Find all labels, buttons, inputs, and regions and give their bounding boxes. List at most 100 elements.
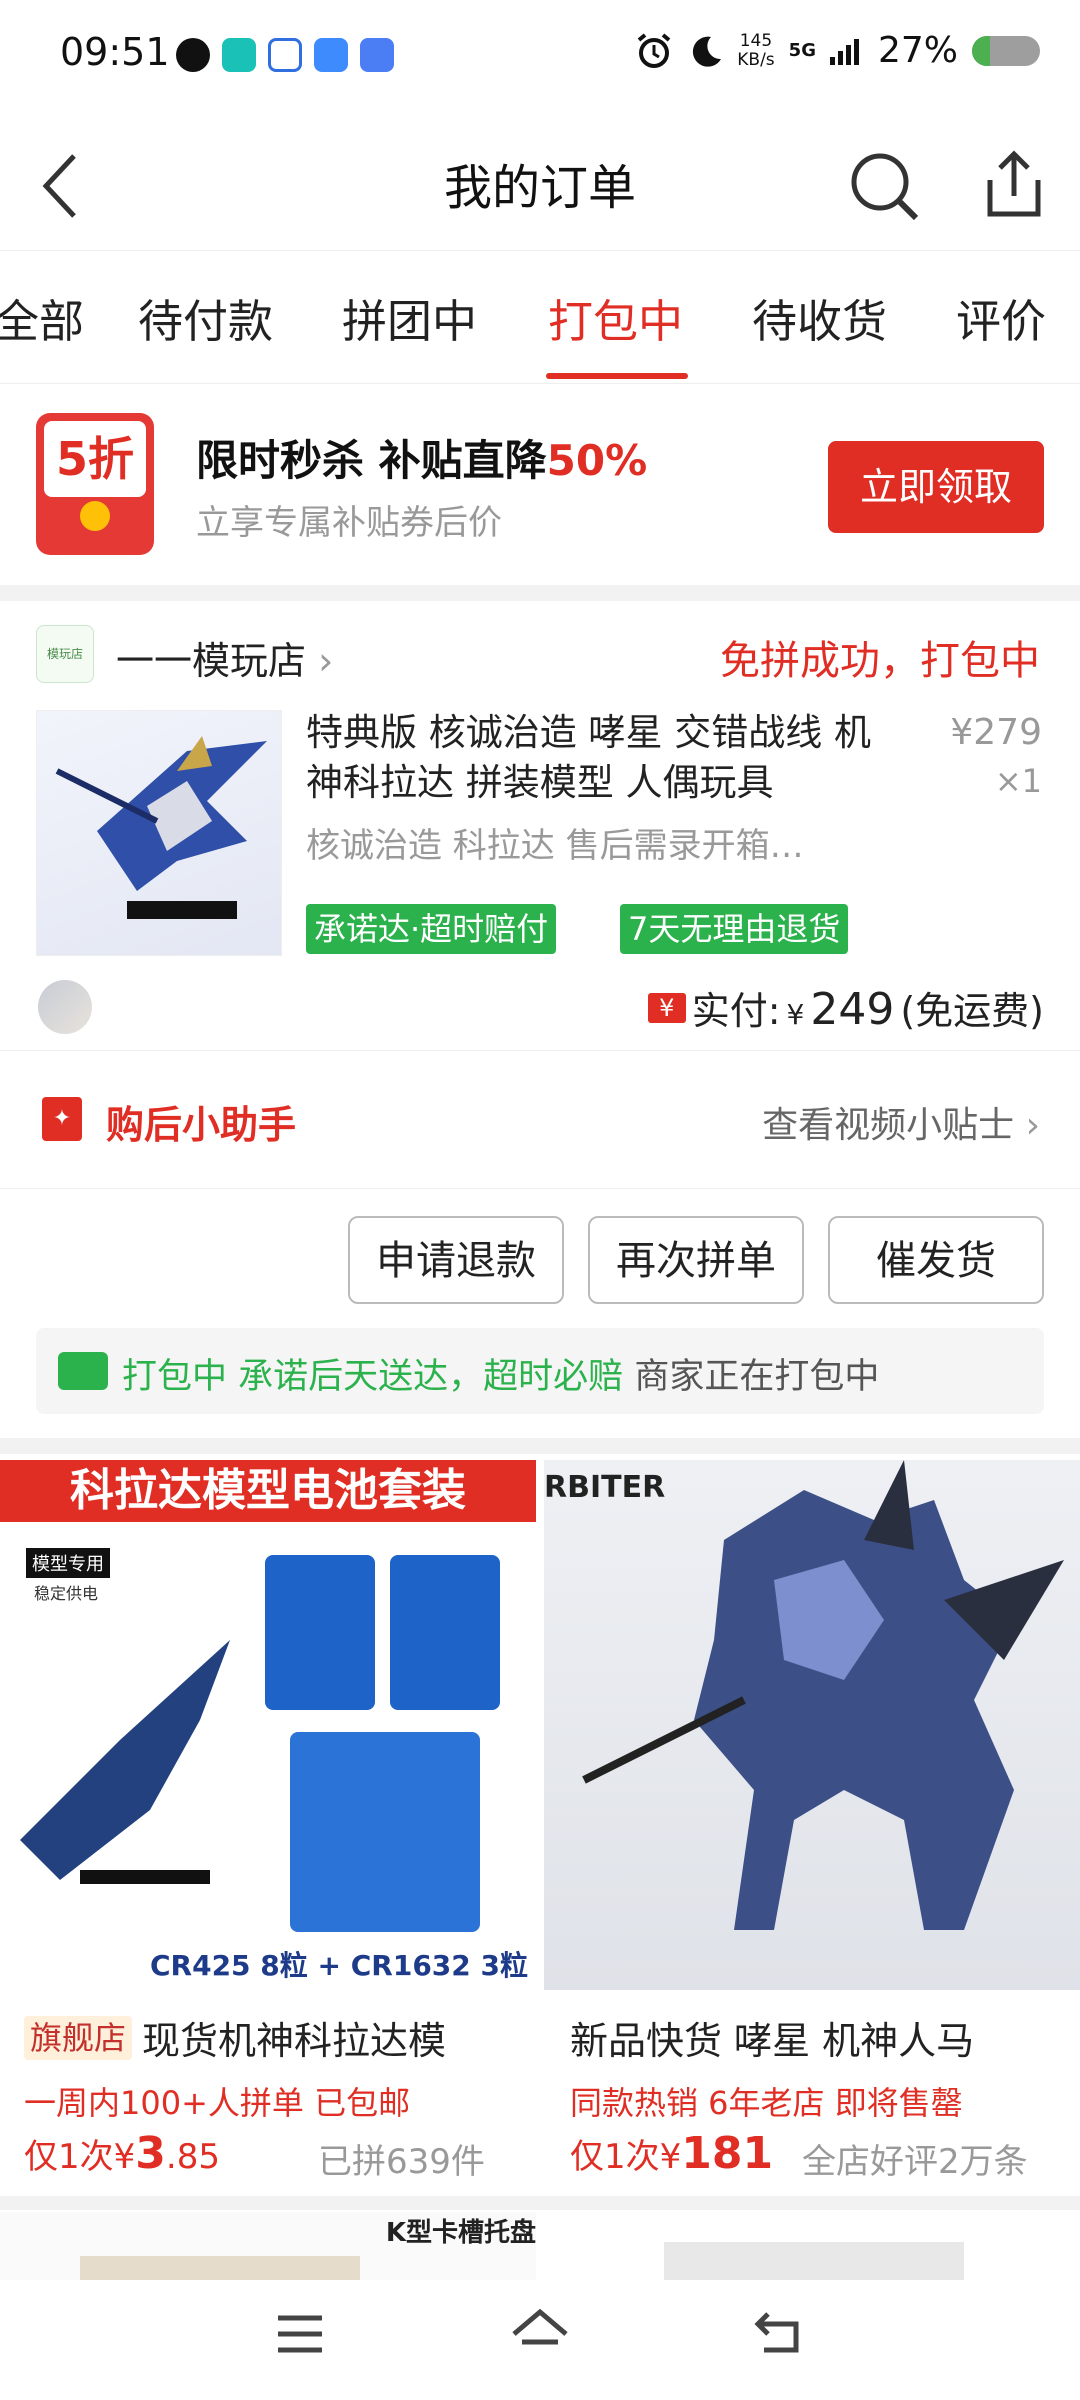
alarm-icon: [637, 32, 671, 68]
active-tab-indicator: [546, 373, 688, 379]
product-title[interactable]: 特典版 核诚治造 哮星 交错战线 机神科拉达 拼装模型 人偶玩具: [306, 708, 906, 808]
urge-shipping-button[interactable]: 催发货: [828, 1216, 1044, 1304]
battery-icon: [972, 35, 1040, 66]
promo-subtitle: 立享专属补贴券后价: [196, 503, 502, 543]
tab-all[interactable]: 全部: [0, 285, 84, 350]
qq-icon: [176, 38, 210, 72]
rec-image-tray[interactable]: K型卡槽托盘: [0, 2212, 536, 2282]
status-bar: 09:51 145 KB/s 5G 27%: [0, 0, 1080, 110]
paid-currency: ¥: [786, 998, 805, 1031]
flagship-badge: 旗舰店: [24, 2016, 133, 2060]
robot-figure-image: [55, 736, 267, 919]
shop-name[interactable]: 一一模玩店 ›: [116, 630, 333, 685]
yen-icon: ¥: [647, 992, 686, 1023]
moon-icon: [693, 36, 722, 67]
video-tips-text: 查看视频小贴士: [762, 1105, 1015, 1146]
rec-subtitle-2: 同款热销 6年老店 即将售罄: [570, 2084, 963, 2122]
tab-group-buying[interactable]: 拼团中: [342, 285, 477, 350]
rec-price-int-2: 181: [681, 2128, 774, 2179]
status-right: 145 KB/s 5G 27%: [635, 30, 1040, 71]
helper-title: 购后小助手: [106, 1103, 297, 1147]
tray-image: [80, 2256, 360, 2282]
product-quantity: ×1: [994, 762, 1042, 800]
back-icon[interactable]: [754, 2310, 804, 2356]
files-icon: [314, 38, 348, 72]
rec-banner-2: RBITER: [544, 1470, 666, 1505]
rec-image-label-1: 模型专用: [26, 1548, 110, 1578]
rec-price-prefix-1: 仅1次: [24, 2137, 114, 2177]
battery-pack-image: [265, 1555, 375, 1710]
refund-button[interactable]: 申请退款: [348, 1216, 564, 1304]
rec-price-2: 仅1次¥181: [570, 2128, 773, 2179]
truck-icon: [58, 1352, 108, 1390]
product-image[interactable]: [36, 710, 282, 956]
rec-image-next[interactable]: [544, 2212, 1080, 2282]
tab-review[interactable]: 评价: [956, 285, 1046, 350]
tab-to-receive[interactable]: 待收货: [752, 285, 887, 350]
tag-on-time-guarantee: 承诺达·超时赔付: [306, 904, 557, 954]
rec-image-battery[interactable]: 科拉达模型电池套装 模型专用 稳定供电 CR425 8粒 + CR1632 3粒: [0, 1460, 536, 1990]
system-nav-bar: [0, 2280, 1080, 2400]
browser-icon: [360, 38, 394, 72]
red-envelope-icon: 5折: [36, 413, 154, 555]
rec-title-1[interactable]: 现货机神科拉达模: [142, 2010, 446, 2065]
menu-icon[interactable]: [276, 2314, 324, 2354]
order-tabs: 全部 待付款 拼团中 打包中 待收货 评价: [0, 250, 1080, 384]
shop-name-text: 一一模玩店: [116, 639, 307, 683]
title-bar: 我的订单: [0, 110, 1080, 250]
rec-price-prefix-2: 仅1次: [570, 2137, 660, 2177]
discount-label: 5折: [55, 432, 134, 486]
rec-image-mecha[interactable]: RBITER: [544, 1460, 1080, 1990]
shipping-promise: 承诺后天送达，超时必赔: [238, 1357, 624, 1397]
shipping-note: 商家正在打包中: [634, 1357, 880, 1397]
rec-sold-2: 全店好评2万条: [802, 2142, 1028, 2182]
mecha-figure-image: [582, 1460, 1064, 1930]
chevron-right-icon: ›: [318, 639, 334, 683]
rec-price-currency-2: ¥: [659, 2137, 682, 2177]
rec-price-1: 仅1次¥3.85: [24, 2128, 220, 2179]
taptap-icon: [222, 38, 256, 72]
helper-icon: ✦: [42, 1097, 82, 1141]
shop-logo: 模玩店: [36, 625, 94, 683]
claim-button[interactable]: 立即领取: [828, 441, 1044, 533]
reorder-button[interactable]: 再次拼单: [588, 1216, 804, 1304]
tray-image: [664, 2242, 964, 2282]
rec-title-2[interactable]: 新品快货 哮星 机神人马: [570, 2010, 974, 2065]
shipping-status: 打包中: [122, 1357, 228, 1397]
rec-image-label-3: CR425 8粒 + CR1632 3粒: [149, 1949, 528, 1982]
search-icon[interactable]: [848, 150, 922, 224]
net-speed-unit: KB/s: [737, 49, 775, 70]
product-spec: 核诚治造 科拉达 售后需录开箱…: [306, 826, 804, 866]
tab-packing[interactable]: 打包中: [548, 285, 683, 350]
robot-figure-image: [20, 1640, 230, 1884]
battery-percent: 27%: [877, 30, 958, 71]
rec-next-label: K型卡槽托盘: [385, 2218, 536, 2248]
share-icon[interactable]: [984, 150, 1044, 220]
rec-price-currency-1: ¥: [113, 2137, 136, 2177]
rec-price-int-1: 3: [135, 2128, 166, 2179]
paid-amount: 249: [810, 984, 895, 1035]
promo-banner[interactable]: 5折 限时秒杀 补贴直降50% 立享专属补贴券后价 立即领取: [0, 385, 1080, 585]
order-status: 免拼成功，打包中: [720, 638, 1040, 684]
promo-title: 限时秒杀 补贴直降50%: [196, 427, 647, 488]
baidu-icon: [268, 38, 302, 72]
coin-battery-image: [290, 1732, 480, 1932]
battery-pack-image: [390, 1555, 500, 1710]
signal-icon: [829, 38, 859, 65]
rec-banner: 科拉达模型电池套装: [0, 1460, 536, 1522]
product-price: ¥279: [950, 712, 1042, 753]
rec-price-dec-1: .85: [165, 2137, 220, 2177]
tag-7-day-return: 7天无理由退货: [620, 904, 849, 954]
video-tips-link[interactable]: 查看视频小贴士 ›: [762, 1096, 1040, 1148]
paid-note: (免运费): [900, 989, 1044, 1033]
promo-title-text: 限时秒杀 补贴直降: [196, 436, 547, 485]
avatar: [38, 980, 92, 1034]
net-speed: 145 KB/s: [737, 30, 775, 70]
rec-sold-1: 已拼639件: [318, 2142, 485, 2182]
tab-pending-payment[interactable]: 待付款: [138, 285, 273, 350]
shipping-text: 打包中 承诺后天送达，超时必赔 商家正在打包中: [122, 1348, 879, 1399]
rec-subtitle-1: 一周内100+人拼单 已包邮: [24, 2084, 411, 2122]
net-speed-value: 145: [739, 30, 773, 51]
home-icon[interactable]: [510, 2308, 570, 2358]
paid-amount-row: ¥ 实付: ¥249 (免运费): [647, 980, 1044, 1035]
